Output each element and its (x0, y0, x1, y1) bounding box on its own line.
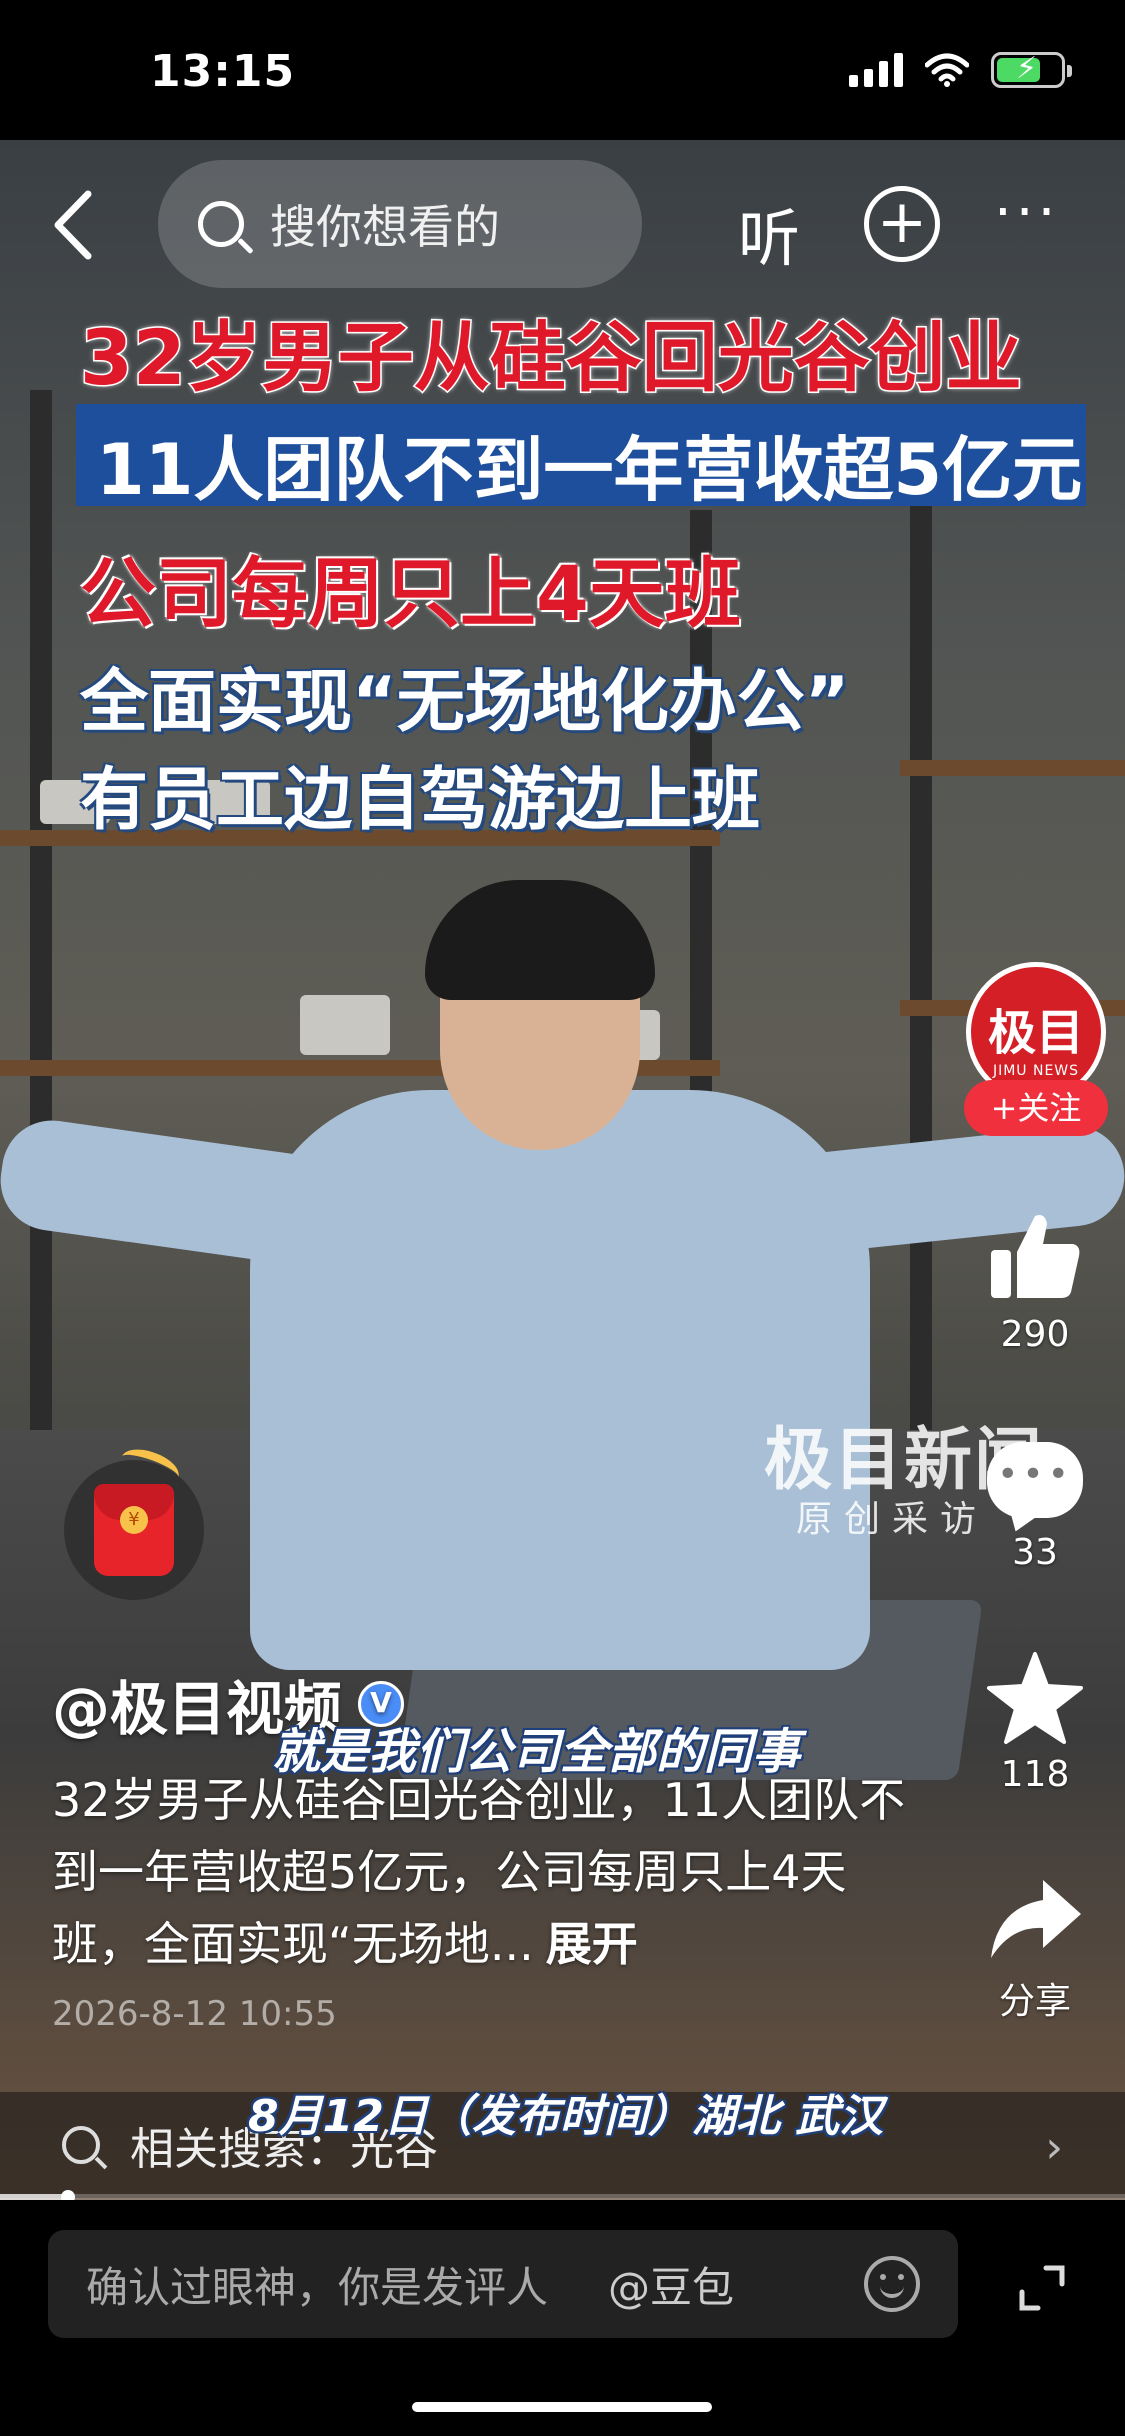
headline-title: 32岁男子从硅谷回光谷创业 (79, 312, 1024, 404)
chevron-left-icon (54, 190, 92, 260)
wifi-icon (925, 53, 969, 87)
avatar-logo-text: 极目 (987, 1005, 1084, 1061)
listen-button[interactable]: 听 (738, 188, 800, 278)
status-icons: ⚡ (849, 51, 1072, 88)
shelf-post (30, 390, 52, 1590)
comment-bubble-icon: ••• (987, 1442, 1083, 1518)
search-icon (62, 2126, 100, 2164)
battery-icon: ⚡ (991, 51, 1072, 88)
like-count: 290 (1000, 1314, 1070, 1355)
comment-button[interactable]: ••• 33 (970, 1422, 1100, 1573)
avatar-logo-sub: JIMU NEWS (992, 1063, 1080, 1079)
star-icon (987, 1652, 1083, 1744)
favorite-count: 118 (1000, 1754, 1070, 1795)
search-placeholder: 搜你想看的 (270, 200, 500, 254)
status-time: 13:15 (150, 46, 296, 97)
follow-button[interactable]: +关注 (964, 1080, 1108, 1136)
headline-line-5: 有员工边自驾游边上班 (80, 761, 761, 840)
thumbs-up-icon (991, 1215, 1080, 1298)
home-indicator (412, 2402, 712, 2412)
status-bar: 13:15 ⚡ (0, 0, 1125, 140)
description-text: 32岁男子从硅谷回光谷创业，11人团队不到一年营收超5亿元，公司每周只上4天班，… (52, 1773, 906, 1971)
cellular-signal-icon (849, 53, 903, 87)
post-description[interactable]: 32岁男子从硅谷回光谷创业，11人团队不到一年营收超5亿元，公司每周只上4天班，… (52, 1764, 932, 1980)
watermark-sub: 原创采访 (796, 1499, 989, 1540)
back-button[interactable] (48, 188, 108, 260)
headline-line-3: 公司每周只上4天班 (80, 549, 741, 638)
fullscreen-icon[interactable] (1018, 2264, 1065, 2311)
mention-doubao[interactable]: @豆包 (608, 2254, 734, 2315)
red-envelope-icon: ¥ (94, 1484, 174, 1576)
ellipsis-icon[interactable]: ··· (994, 180, 1059, 245)
coin-icon: ¥ (120, 1506, 148, 1534)
share-button[interactable]: 分享 (970, 1866, 1100, 2024)
headline-line-4: 全面实现“无场地化办公” (80, 663, 850, 742)
charging-bolt-icon: ⚡ (1016, 51, 1038, 86)
shelf-post (910, 470, 932, 1470)
expand-arrows-icon (1019, 2265, 1065, 2311)
bottom-bar: 确认过眼神，你是发评人 @豆包 (0, 2200, 1125, 2436)
location-caption: 8月12日（发布时间）湖北 武汉 (248, 2091, 884, 2142)
plus-circle-icon[interactable]: + (864, 186, 940, 262)
like-button[interactable]: 290 (970, 1198, 1100, 1355)
shelf (900, 760, 1125, 776)
search-icon (198, 201, 244, 247)
comment-placeholder: 确认过眼神，你是发评人 (86, 2262, 549, 2312)
top-bar: 搜你想看的 听 + ··· (0, 160, 1125, 290)
red-packet-button[interactable]: ¥ (64, 1460, 204, 1600)
person-body (250, 1090, 870, 1670)
comment-input[interactable]: 确认过眼神，你是发评人 @豆包 (48, 2230, 958, 2338)
headline-subtitle: 11人团队不到一年营收超5亿元 (96, 429, 1083, 511)
share-label: 分享 (998, 1981, 1071, 2022)
chevron-right-icon: › (1045, 2122, 1063, 2173)
post-date: 2026-8-12 10:55 (52, 1994, 337, 2034)
favorite-button[interactable]: 118 (970, 1642, 1100, 1795)
search-input[interactable]: 搜你想看的 (158, 160, 642, 288)
comment-count: 33 (1012, 1532, 1058, 1573)
emoji-icon[interactable] (864, 2256, 920, 2312)
person-hair (425, 880, 655, 1000)
share-arrow-icon (991, 1880, 1081, 1958)
expand-link[interactable]: 展开 (546, 1917, 638, 1971)
device-box (300, 995, 390, 1055)
